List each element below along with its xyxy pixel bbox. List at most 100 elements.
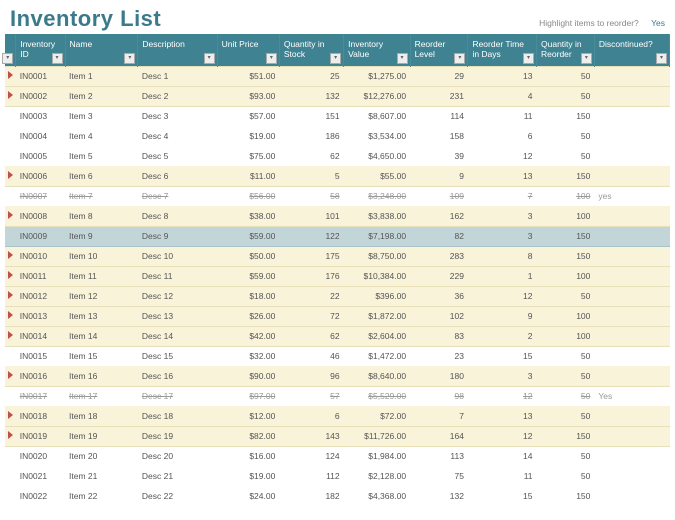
table-row[interactable]: IN0006Item 6Desc 6$11.005$55.00913150 xyxy=(5,166,670,186)
cell-value: Desc 14 xyxy=(142,331,173,341)
cell-value: 113 xyxy=(450,451,464,461)
cell-desc: Desc 1 xyxy=(138,66,217,86)
filter-dropdown-icon[interactable]: ▾ xyxy=(397,53,408,64)
cell-name: Item 22 xyxy=(65,486,138,506)
table-row[interactable]: IN0019Item 19Desc 19$82.00143$11,726.001… xyxy=(5,426,670,446)
cell-qty: 124 xyxy=(279,446,343,466)
table-row[interactable]: IN0018Item 18Desc 18$12.006$72.0071350 xyxy=(5,406,670,426)
cell-desc: Desc 10 xyxy=(138,246,217,266)
cell-value: 100 xyxy=(576,271,590,281)
cell-qty: 101 xyxy=(279,206,343,226)
cell-id: IN0018 xyxy=(16,406,65,426)
table-row[interactable]: IN0011Item 11Desc 11$59.00176$10,384.002… xyxy=(5,266,670,286)
table-row[interactable]: IN0009Item 9Desc 9$59.00122$7,198.008231… xyxy=(5,226,670,246)
table-row[interactable]: IN0021Item 21Desc 21$19.00112$2,128.0075… xyxy=(5,466,670,486)
cell-val: $5,529.00 xyxy=(344,386,410,406)
cell-name: Item 17 xyxy=(65,386,138,406)
header-name[interactable]: Name▾ xyxy=(65,34,138,66)
table-row[interactable]: IN0002Item 2Desc 2$93.00132$12,276.00231… xyxy=(5,86,670,106)
highlight-hint: Highlight items to reorder? Yes xyxy=(539,18,665,32)
table-row[interactable]: IN0014Item 14Desc 14$42.0062$2,604.00832… xyxy=(5,326,670,346)
table-row[interactable]: IN0015Item 15Desc 15$32.0046$1,472.00231… xyxy=(5,346,670,366)
table-row[interactable]: IN0005Item 5Desc 5$75.0062$4,650.0039125… xyxy=(5,146,670,166)
table-row[interactable]: IN0007Item 7Desc 7$56.0058$3,248.0010971… xyxy=(5,186,670,206)
cell-qr: 150 xyxy=(537,246,595,266)
cell-id: IN0009 xyxy=(16,226,65,246)
cell-value: 36 xyxy=(454,291,463,301)
table-row[interactable]: IN0020Item 20Desc 20$16.00124$1,984.0011… xyxy=(5,446,670,466)
header-desc[interactable]: Description▾ xyxy=(138,34,217,66)
table-row[interactable]: IN0017Item 17Desc 17$97.0057$5,529.00981… xyxy=(5,386,670,406)
table-row[interactable]: IN0003Item 3Desc 3$57.00151$8,607.001141… xyxy=(5,106,670,126)
cell-value: 14 xyxy=(523,451,532,461)
flag-cell xyxy=(5,246,16,266)
filter-dropdown-icon[interactable]: ▾ xyxy=(581,53,592,64)
cell-value: 57 xyxy=(330,391,339,401)
filter-dropdown-icon[interactable]: ▾ xyxy=(52,53,63,64)
cell-value: $11,726.00 xyxy=(364,431,406,441)
cell-value: Desc 18 xyxy=(142,411,173,421)
cell-value: $1,275.00 xyxy=(368,71,406,81)
cell-val: $10,384.00 xyxy=(344,266,410,286)
header-rl[interactable]: Reorder Level▾ xyxy=(410,34,468,66)
header-dc[interactable]: Discontinued?▾ xyxy=(594,34,669,66)
cell-rl: 162 xyxy=(410,206,468,226)
cell-desc: Desc 8 xyxy=(138,206,217,226)
cell-value: $12.00 xyxy=(249,411,275,421)
cell-rt: 13 xyxy=(468,406,537,426)
filter-dropdown-icon[interactable]: ▾ xyxy=(2,53,13,64)
cell-price: $12.00 xyxy=(217,406,279,426)
header-id[interactable]: Inventory ID▾ xyxy=(16,34,65,66)
filter-dropdown-icon[interactable]: ▾ xyxy=(124,53,135,64)
cell-rl: 164 xyxy=(410,426,468,446)
cell-name: Item 5 xyxy=(65,146,138,166)
reorder-flag-icon xyxy=(8,71,13,79)
cell-rt: 12 xyxy=(468,426,537,446)
cell-qr: 100 xyxy=(537,326,595,346)
cell-value: 100 xyxy=(576,211,590,221)
table-row[interactable]: IN0013Item 13Desc 13$26.0072$1,872.00102… xyxy=(5,306,670,326)
cell-dc xyxy=(594,326,669,346)
header-qr[interactable]: Quantity in Reorder▾ xyxy=(537,34,595,66)
filter-dropdown-icon[interactable]: ▾ xyxy=(266,53,277,64)
header-val[interactable]: Inventory Value▾ xyxy=(344,34,410,66)
filter-dropdown-icon[interactable]: ▾ xyxy=(330,53,341,64)
header-rt[interactable]: Reorder Time in Days▾ xyxy=(468,34,537,66)
filter-dropdown-icon[interactable]: ▾ xyxy=(656,53,667,64)
cell-value: 124 xyxy=(325,451,339,461)
table-row[interactable]: IN0012Item 12Desc 12$18.0022$396.0036125… xyxy=(5,286,670,306)
header-flag[interactable]: ▾ xyxy=(5,34,16,66)
highlight-hint-answer[interactable]: Yes xyxy=(651,18,665,28)
cell-qty: 132 xyxy=(279,86,343,106)
table-row[interactable]: IN0008Item 8Desc 8$38.00101$3,838.001623… xyxy=(5,206,670,226)
table-row[interactable]: IN0022Item 22Desc 22$24.00182$4,368.0013… xyxy=(5,486,670,506)
cell-value: Item 19 xyxy=(69,431,97,441)
cell-dc xyxy=(594,226,669,246)
cell-value: 2 xyxy=(528,331,533,341)
cell-value: Desc 22 xyxy=(142,491,173,501)
cell-val: $8,750.00 xyxy=(344,246,410,266)
inventory-table: ▾ Inventory ID▾Name▾Description▾Unit Pri… xyxy=(5,34,670,507)
table-row[interactable]: IN0004Item 4Desc 4$19.00186$3,534.001586… xyxy=(5,126,670,146)
filter-dropdown-icon[interactable]: ▾ xyxy=(523,53,534,64)
cell-value: $59.00 xyxy=(249,271,275,281)
cell-value: Desc 6 xyxy=(142,171,168,181)
cell-value: Item 12 xyxy=(69,291,97,301)
cell-value: 176 xyxy=(325,271,339,281)
cell-value: $75.00 xyxy=(249,151,275,161)
header-qty[interactable]: Quantity in Stock▾ xyxy=(279,34,343,66)
cell-desc: Desc 11 xyxy=(138,266,217,286)
header-price[interactable]: Unit Price▾ xyxy=(217,34,279,66)
filter-dropdown-icon[interactable]: ▾ xyxy=(204,53,215,64)
cell-value: Desc 20 xyxy=(142,451,173,461)
filter-dropdown-icon[interactable]: ▾ xyxy=(454,53,465,64)
cell-val: $2,128.00 xyxy=(344,466,410,486)
table-row[interactable]: IN0010Item 10Desc 10$50.00175$8,750.0028… xyxy=(5,246,670,266)
cell-name: Item 8 xyxy=(65,206,138,226)
cell-rl: 7 xyxy=(410,406,468,426)
table-row[interactable]: IN0001Item 1Desc 1$51.0025$1,275.0029135… xyxy=(5,66,670,86)
cell-value: $72.00 xyxy=(380,411,406,421)
cell-value: Item 15 xyxy=(69,351,97,361)
table-row[interactable]: IN0016Item 16Desc 16$90.0096$8,640.00180… xyxy=(5,366,670,386)
cell-dc xyxy=(594,166,669,186)
